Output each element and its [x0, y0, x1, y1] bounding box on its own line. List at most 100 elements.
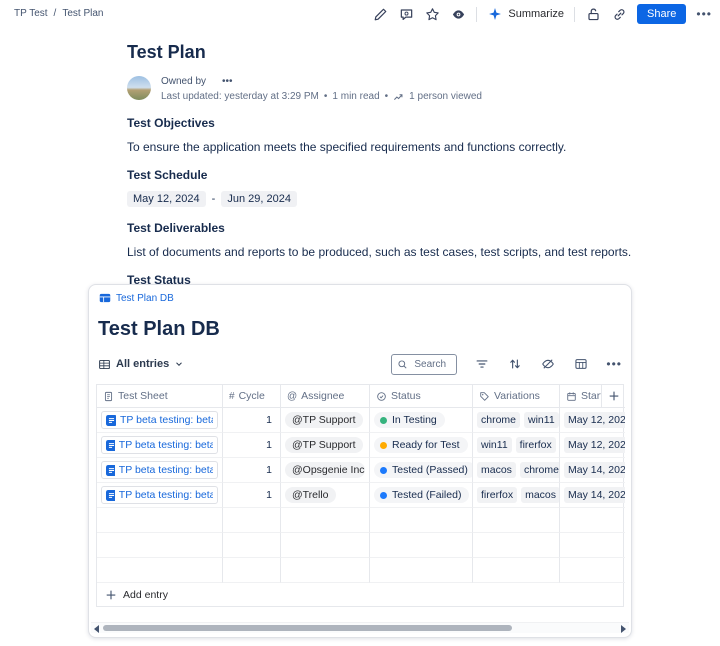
- page-doc-icon: [106, 465, 115, 476]
- breadcrumb-page-link[interactable]: Test Plan: [62, 8, 103, 19]
- column-label: Test Sheet: [118, 390, 168, 402]
- edit-icon[interactable]: [372, 6, 388, 22]
- cell-status[interactable]: Ready for Test: [370, 433, 473, 458]
- empty-row[interactable]: [97, 558, 623, 583]
- test-sheet-link[interactable]: TP beta testing: beta5 (...: [101, 486, 218, 504]
- hide-fields-icon[interactable]: [540, 356, 556, 372]
- cell-cycle[interactable]: 1: [223, 458, 281, 483]
- heading-test-schedule: Test Schedule: [127, 168, 687, 182]
- table-row: TP beta testing: beta5 (... 1 @Opsgenie …: [97, 458, 623, 483]
- star-icon[interactable]: [424, 6, 440, 22]
- column-header-cycle[interactable]: # Cycle: [223, 385, 281, 408]
- ai-sparkle-icon: [487, 6, 503, 22]
- owned-by-label: Owned by: [161, 76, 206, 87]
- test-sheet-link[interactable]: TP beta testing: beta5: [101, 411, 218, 429]
- table-row: TP beta testing: beta5 1 @TP Support In …: [97, 408, 623, 433]
- cell-variations[interactable]: firerfox macos: [473, 483, 560, 508]
- heading-test-objectives: Test Objectives: [127, 116, 687, 130]
- owner-avatar[interactable]: [127, 76, 151, 100]
- cell-assignee[interactable]: @Opsgenie Inci...: [281, 458, 370, 483]
- analytics-icon: [393, 91, 404, 102]
- summarize-label: Summarize: [508, 8, 564, 20]
- search-box[interactable]: [391, 354, 457, 375]
- sort-icon[interactable]: [507, 356, 523, 372]
- scrollbar-thumb[interactable]: [103, 625, 512, 631]
- add-column-button[interactable]: [602, 385, 625, 408]
- cell-start-date[interactable]: May 14, 2024: [560, 458, 625, 483]
- layout-table-icon[interactable]: [573, 356, 589, 372]
- column-header-status[interactable]: Status: [370, 385, 473, 408]
- views-text[interactable]: 1 person viewed: [409, 91, 482, 102]
- status-dot: [380, 417, 387, 424]
- test-sheet-link[interactable]: TP beta testing: beta5 (...: [101, 461, 218, 479]
- watch-eye-icon[interactable]: [450, 6, 466, 22]
- scroll-left-arrow-icon[interactable]: [94, 625, 99, 633]
- empty-row[interactable]: [97, 508, 623, 533]
- schedule-start-date[interactable]: May 12, 2024: [127, 191, 206, 207]
- page-doc-icon: [106, 415, 116, 426]
- cell-assignee[interactable]: @Trello: [281, 483, 370, 508]
- unlock-icon[interactable]: [585, 6, 601, 22]
- breadcrumb-space-link[interactable]: TP Test: [14, 8, 48, 19]
- column-header-start[interactable]: Start: [560, 385, 602, 408]
- document-icon: [103, 391, 114, 402]
- owner-more-icon[interactable]: •••: [222, 76, 233, 87]
- cell-status[interactable]: In Testing: [370, 408, 473, 433]
- view-selector-label: All entries: [116, 358, 169, 370]
- page-title: Test Plan: [127, 42, 687, 63]
- embed-source-link[interactable]: Test Plan DB: [89, 285, 631, 304]
- filter-icon[interactable]: [474, 356, 490, 372]
- cell-start-date[interactable]: May 12, 2024: [560, 433, 625, 458]
- empty-row[interactable]: [97, 533, 623, 558]
- status-circle-icon: [376, 391, 387, 402]
- column-header-assignee[interactable]: @ Assignee: [281, 385, 370, 408]
- table-more-icon[interactable]: •••: [606, 358, 622, 370]
- column-header-variations[interactable]: Variations: [473, 385, 560, 408]
- summarize-button[interactable]: Summarize: [487, 6, 564, 22]
- link-icon[interactable]: [611, 6, 627, 22]
- cell-assignee[interactable]: @TP Support: [281, 433, 370, 458]
- cell-variations[interactable]: chrome win11: [473, 408, 560, 433]
- database-embed-card: Test Plan DB Test Plan DB All entries: [88, 284, 632, 638]
- read-time-text: 1 min read: [332, 91, 379, 102]
- cell-cycle[interactable]: 1: [223, 433, 281, 458]
- number-hash-icon: #: [229, 391, 235, 402]
- column-label: Variations: [494, 390, 540, 402]
- tag-icon: [479, 391, 490, 402]
- column-label: Cycle: [239, 390, 265, 402]
- database-toolbar: All entries •••: [89, 341, 631, 375]
- top-toolbar: Summarize Share •••: [372, 3, 712, 25]
- byline: Owned by ••• Last updated: yesterday at …: [127, 76, 687, 102]
- cell-cycle[interactable]: 1: [223, 408, 281, 433]
- cell-variations[interactable]: macos chrome: [473, 458, 560, 483]
- test-sheet-link[interactable]: TP beta testing: beta5 (...: [101, 436, 218, 454]
- share-button[interactable]: Share: [637, 4, 686, 24]
- last-updated-text[interactable]: Last updated: yesterday at 3:29 PM: [161, 91, 319, 102]
- search-input[interactable]: [412, 358, 451, 371]
- cell-status[interactable]: Tested (Failed): [370, 483, 473, 508]
- horizontal-scrollbar[interactable]: [91, 622, 629, 633]
- column-label: Assignee: [301, 390, 344, 402]
- comment-icon[interactable]: [398, 6, 414, 22]
- add-entry-button[interactable]: Add entry: [97, 583, 623, 607]
- cell-assignee[interactable]: @TP Support: [281, 408, 370, 433]
- cell-status[interactable]: Tested (Passed): [370, 458, 473, 483]
- cell-start-date[interactable]: May 14, 2024: [560, 483, 625, 508]
- view-selector[interactable]: All entries: [98, 358, 184, 371]
- column-label: Status: [391, 390, 421, 402]
- toolbar-divider: [476, 7, 477, 22]
- schedule-end-date[interactable]: Jun 29, 2024: [221, 191, 297, 207]
- scroll-right-arrow-icon[interactable]: [621, 625, 626, 633]
- cell-variations[interactable]: win11 firerfox: [473, 433, 560, 458]
- status-dot: [380, 492, 387, 499]
- breadcrumb-separator: /: [54, 8, 57, 19]
- breadcrumb: TP Test / Test Plan: [14, 8, 103, 19]
- cell-test-sheet: TP beta testing: beta5 (...: [97, 433, 223, 458]
- cell-cycle[interactable]: 1: [223, 483, 281, 508]
- more-actions-icon[interactable]: •••: [696, 8, 712, 20]
- column-header-test-sheet[interactable]: Test Sheet: [97, 385, 223, 408]
- body-test-objectives: To ensure the application meets the spec…: [127, 140, 687, 154]
- byline-separator: •: [385, 91, 389, 102]
- cell-start-date[interactable]: May 12, 2024: [560, 408, 625, 433]
- add-entry-label: Add entry: [123, 589, 168, 601]
